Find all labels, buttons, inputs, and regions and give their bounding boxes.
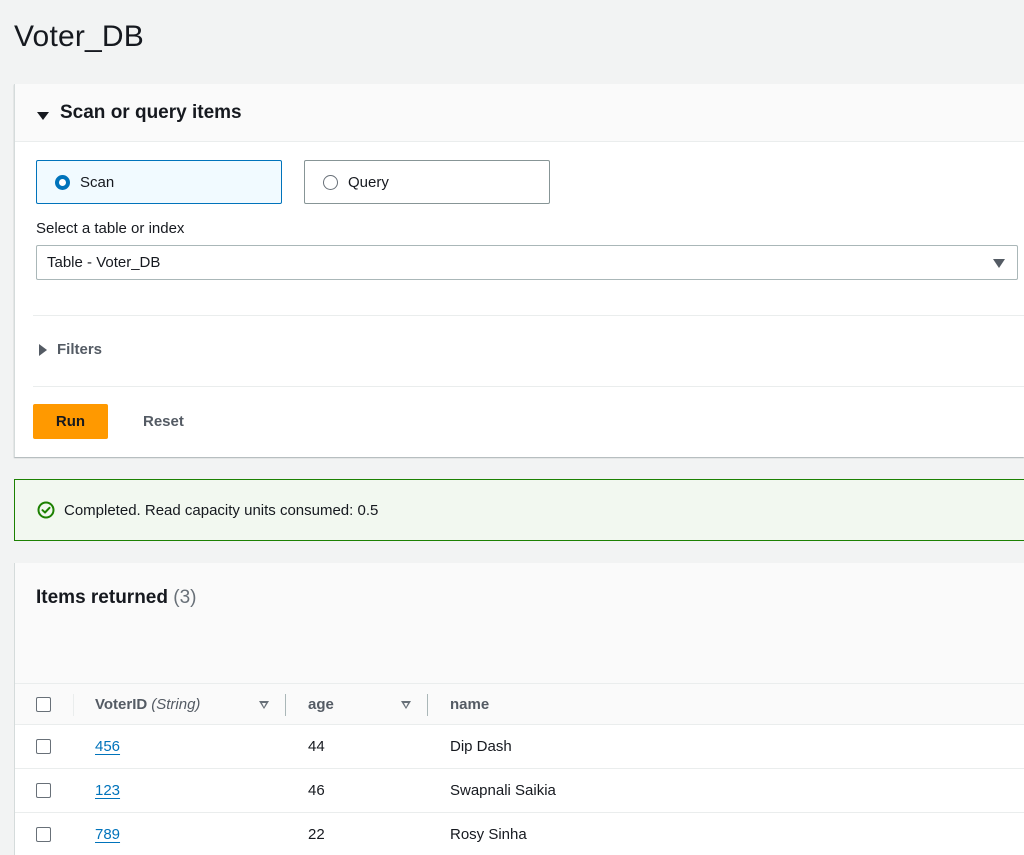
voterid-link[interactable]: 123 — [95, 782, 120, 799]
column-separator — [73, 694, 74, 716]
column-resize-handle[interactable] — [285, 694, 286, 716]
filters-label: Filters — [57, 341, 103, 358]
row-checkbox[interactable] — [36, 783, 51, 798]
table-header: VoterID (String) age name — [15, 683, 1024, 725]
query-radio-label: Query — [348, 173, 389, 191]
name-cell: Dip Dash — [450, 738, 512, 755]
dropdown-caret-icon[interactable] — [993, 259, 1005, 268]
scan-radio-label: Scan — [80, 173, 115, 191]
query-radio-tile[interactable]: Query — [304, 160, 550, 204]
results-title-text: Items returned — [36, 587, 168, 608]
sort-icon[interactable] — [259, 701, 269, 709]
select-all-cell — [36, 684, 51, 724]
caret-down-icon[interactable] — [37, 111, 49, 120]
table-row: 789 22 Rosy Sinha — [15, 813, 1024, 855]
column-header-voterid[interactable]: VoterID (String) — [95, 684, 200, 724]
name-header-label: name — [450, 695, 490, 713]
table-row: 456 44 Dip Dash — [15, 725, 1024, 769]
filters-expander[interactable]: Filters — [39, 341, 102, 358]
scan-panel-title: Scan or query items — [60, 101, 242, 123]
table-select[interactable]: Table - Voter_DB — [36, 245, 1018, 280]
age-cell: 22 — [308, 826, 325, 843]
radio-unchecked-icon[interactable] — [323, 174, 338, 190]
scan-panel-header[interactable]: Scan or query items — [15, 84, 1024, 142]
age-cell: 46 — [308, 782, 325, 799]
voterid-header-label: VoterID — [95, 695, 148, 713]
column-resize-handle[interactable] — [427, 694, 428, 716]
name-cell: Swapnali Saikia — [450, 782, 556, 799]
divider — [33, 315, 1024, 316]
age-header-label: age — [308, 695, 334, 713]
voterid-link[interactable]: 789 — [95, 826, 120, 843]
divider — [33, 386, 1024, 387]
page-title: Voter_DB — [14, 20, 145, 53]
column-header-age[interactable]: age — [308, 684, 334, 724]
scan-radio-tile[interactable]: Scan — [36, 160, 282, 204]
mode-radio-group: Scan Query — [36, 160, 550, 204]
items-returned-panel: Items returned (3) VoterID (String) age … — [14, 563, 1024, 855]
table-row: 123 46 Swapnali Saikia — [15, 769, 1024, 813]
sort-icon[interactable] — [401, 701, 411, 709]
results-count: (3) — [173, 587, 197, 608]
column-header-name[interactable]: name — [450, 684, 489, 724]
name-cell: Rosy Sinha — [450, 826, 527, 843]
voterid-link[interactable]: 456 — [95, 738, 120, 755]
scan-query-panel: Scan or query items Scan Query Select a … — [14, 84, 1024, 457]
reset-button[interactable]: Reset — [127, 404, 200, 439]
success-alert: Completed. Read capacity units consumed:… — [14, 479, 1024, 541]
select-all-checkbox[interactable] — [36, 696, 51, 712]
success-check-icon — [37, 501, 55, 519]
row-checkbox[interactable] — [36, 739, 51, 754]
alert-message: Completed. Read capacity units consumed:… — [64, 501, 379, 519]
radio-checked-icon[interactable] — [55, 174, 70, 190]
run-button[interactable]: Run — [33, 404, 108, 439]
caret-right-icon[interactable] — [39, 343, 47, 356]
table-select-label: Select a table or index — [36, 220, 185, 237]
table-select-value: Table - Voter_DB — [47, 254, 161, 271]
results-title: Items returned (3) — [36, 587, 197, 609]
voterid-type-hint: (String) — [151, 695, 201, 713]
age-cell: 44 — [308, 738, 325, 755]
row-checkbox[interactable] — [36, 827, 51, 842]
